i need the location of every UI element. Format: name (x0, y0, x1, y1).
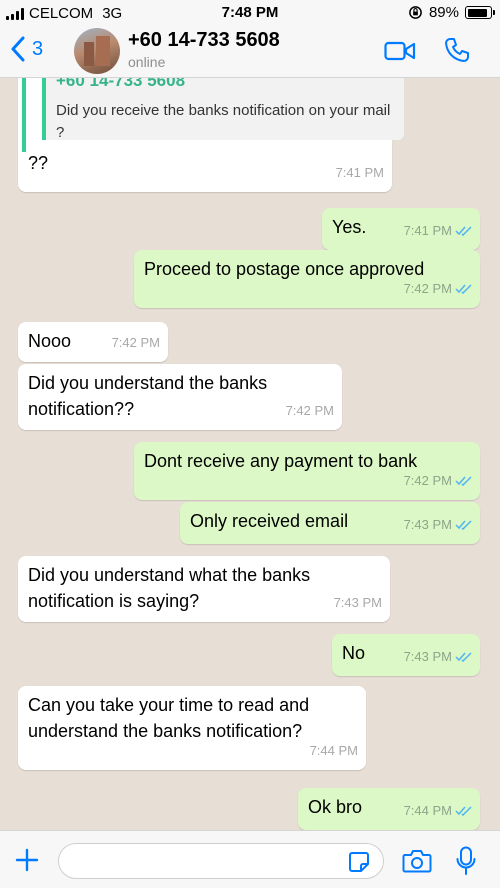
message-time: 7:42 PM (286, 398, 334, 424)
chevron-left-icon (11, 36, 25, 62)
quote-accent-bar (22, 78, 26, 152)
microphone-icon[interactable] (456, 846, 476, 876)
message-bubble-incoming[interactable]: Can you take your time to read and under… (18, 686, 366, 770)
message-time: 7:43 PM (334, 590, 382, 616)
time-label: 7:43 PM (403, 517, 452, 532)
contact-status: online (128, 54, 166, 70)
avatar[interactable] (74, 28, 120, 74)
time-label: 7:42 PM (111, 335, 160, 350)
double-check-icon (455, 520, 472, 530)
contact-name[interactable]: +60 14-733 5608 (128, 29, 280, 52)
battery-icon (465, 6, 495, 19)
time-label: 7:43 PM (333, 595, 382, 610)
sticker-icon[interactable] (348, 851, 370, 873)
unread-count: 3 (32, 37, 44, 60)
quoted-sender: +60 14-733 5608 (56, 78, 186, 90)
time-label: 7:42 PM (285, 403, 334, 418)
plus-icon[interactable] (14, 847, 40, 873)
double-check-icon (455, 652, 472, 662)
message-text: Did you understand the banks notificatio… (28, 373, 268, 419)
message-time: 7:42 PM (404, 468, 472, 494)
time-label: 7:44 PM (309, 743, 358, 758)
back-button[interactable]: 3 (10, 36, 43, 62)
video-call-button[interactable] (384, 39, 416, 63)
double-check-icon (455, 284, 472, 294)
time-label: 7:41 PM (403, 223, 452, 238)
message-bubble-outgoing[interactable]: Dont receive any payment to bank 7:42 PM (134, 442, 480, 500)
quoted-text: Did you receive the banks notification o… (56, 102, 391, 141)
message-bubble-outgoing[interactable]: Proceed to postage once approved 7:42 PM (134, 250, 480, 308)
time-label: 7:44 PM (403, 803, 452, 818)
message-bubble-outgoing[interactable]: Only received email 7:43 PM (180, 502, 480, 544)
message-time: 7:41 PM (336, 160, 384, 186)
message-bubble-outgoing[interactable]: No 7:43 PM (332, 634, 480, 676)
message-input[interactable] (58, 843, 384, 879)
time-label: 7:42 PM (403, 281, 452, 296)
double-check-icon (455, 226, 472, 236)
message-bubble-incoming[interactable]: +60 14-733 5608 Did you receive the bank… (18, 78, 404, 192)
battery-fill (467, 8, 488, 17)
time-label: 7:43 PM (403, 649, 452, 664)
message-text: ?? (28, 153, 49, 173)
double-check-icon (455, 806, 472, 816)
time-label: 7:41 PM (335, 165, 384, 180)
double-check-icon (455, 476, 472, 486)
voice-call-button[interactable] (444, 37, 470, 63)
battery-percent: 89% (428, 4, 459, 21)
message-time: 7:42 PM (112, 330, 160, 356)
message-bubble-incoming[interactable]: Did you understand what the banks notifi… (18, 556, 390, 622)
message-time: 7:44 PM (310, 738, 358, 764)
message-time: 7:42 PM (404, 276, 472, 302)
message-bubble-incoming[interactable]: Did you understand the banks notificatio… (18, 364, 342, 430)
camera-icon[interactable] (402, 848, 432, 874)
message-bubble-outgoing[interactable]: Yes. 7:41 PM (322, 208, 480, 250)
message-time: 7:41 PM (404, 218, 472, 244)
time-label: 7:42 PM (403, 473, 452, 488)
message-time: 7:43 PM (404, 644, 472, 670)
message-time: 7:43 PM (404, 512, 472, 538)
message-text: Can you take your time to read and under… (28, 695, 310, 741)
input-bar (0, 830, 500, 888)
message-text: Did you understand what the banks notifi… (28, 565, 311, 611)
message-bubble-outgoing[interactable]: Ok bro 7:44 PM (298, 788, 480, 830)
message-time: 7:44 PM (404, 798, 472, 824)
status-right: 89% (408, 4, 495, 21)
message-bubble-incoming[interactable]: Nooo 7:42 PM (18, 322, 168, 362)
quoted-message[interactable]: +60 14-733 5608 Did you receive the bank… (42, 78, 404, 141)
status-bar: CELCOM 3G 7:48 PM 89% (0, 0, 500, 26)
chat-header: 3 +60 14-733 5608 online (0, 26, 500, 78)
orientation-lock-icon (409, 6, 422, 19)
chat-area[interactable]: +60 14-733 5608 Did you receive the bank… (0, 78, 500, 830)
